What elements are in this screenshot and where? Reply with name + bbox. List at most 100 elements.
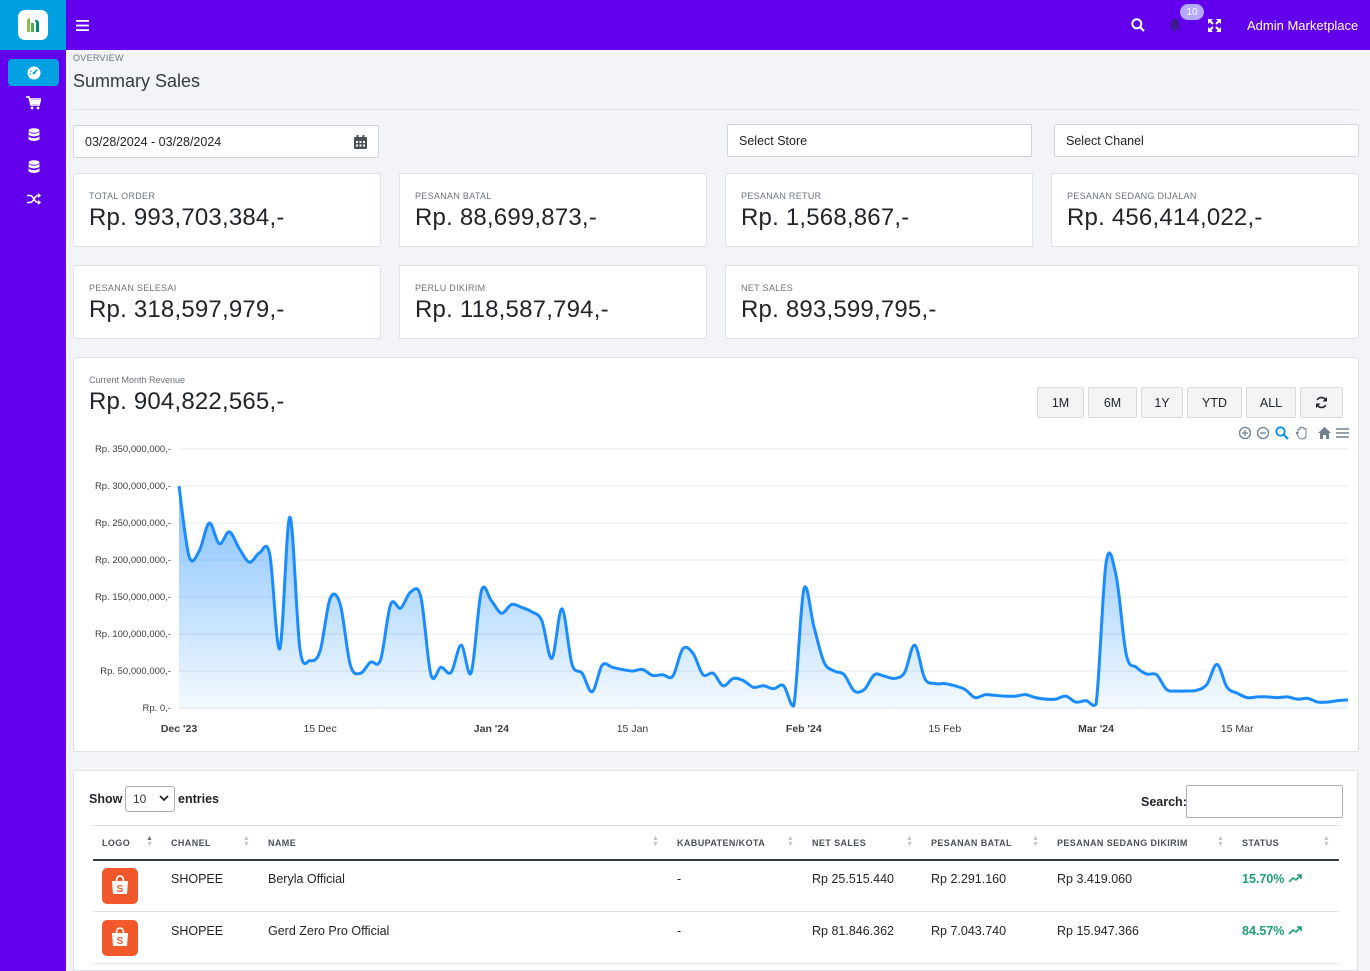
date-range-input[interactable]: 03/28/2024 - 03/28/2024 [73, 125, 379, 158]
stat-value: Rp. 88,699,873,- [415, 204, 597, 231]
hamburger-icon [76, 19, 89, 31]
sidebar-item-dashboard[interactable] [8, 59, 59, 86]
page-section-label: OVERVIEW [73, 53, 124, 63]
stat-value: Rp. 456,414,022,- [1067, 204, 1263, 231]
hamburger-menu-button[interactable] [76, 0, 89, 50]
stat-label: PERLU DIKIRIM [415, 283, 486, 293]
cell-channel: SHOPEE [171, 924, 224, 938]
cell-name: Beryla Official [268, 872, 345, 886]
cell-status: 84.57% [1242, 924, 1302, 938]
cell-channel: SHOPEE [171, 872, 224, 886]
sort-icon: ▲ ▼ [146, 835, 153, 848]
bell-icon [1169, 19, 1181, 32]
select-store-dropdown[interactable]: Select Store [727, 124, 1032, 157]
status-value: 84.57% [1242, 924, 1285, 938]
app-logo-icon [18, 10, 48, 40]
database-icon [28, 127, 39, 141]
cell-status: 15.70% [1242, 872, 1302, 886]
y-tick-label: Rp. 50,000,000,- [100, 666, 171, 677]
shopee-logo-icon: S [102, 920, 138, 956]
sort-icon: ▲ ▼ [787, 835, 794, 848]
table-search-input[interactable] [1186, 785, 1343, 818]
database-icon [28, 159, 39, 173]
trend-up-icon [1288, 926, 1302, 935]
notifications-button[interactable] [1169, 0, 1181, 50]
stat-value: Rp. 893,599,795,- [741, 296, 937, 323]
page-size-value: 10 [133, 792, 147, 806]
range-button-1y[interactable]: 1Y [1141, 387, 1183, 418]
dashboard-icon [27, 66, 40, 79]
sidebar-item-integration[interactable] [8, 185, 59, 212]
x-tick-label: Feb '24 [786, 723, 822, 735]
x-tick-label: Jan '24 [474, 723, 509, 735]
cell-net-sales: Rp 25.515.440 [812, 872, 895, 886]
sort-icon: ▲ ▼ [1032, 835, 1039, 848]
svg-text:S: S [117, 936, 124, 947]
range-button-1m[interactable]: 1M [1037, 387, 1084, 418]
chart-series-line [177, 485, 1349, 708]
sidebar-item-database[interactable] [8, 121, 59, 148]
select-channel-dropdown[interactable]: Select Chanel [1054, 124, 1359, 157]
status-value: 15.70% [1242, 872, 1285, 886]
x-tick-label: 15 Jan [617, 723, 649, 735]
range-button-ytd[interactable]: YTD [1187, 387, 1242, 418]
stat-card-perlu-dikirim: PERLU DIKIRIM Rp. 118,587,794,- [399, 265, 707, 339]
select-channel-value: Select Chanel [1066, 133, 1144, 148]
range-button-all[interactable]: ALL [1246, 387, 1296, 418]
revenue-value: Rp. 904,822,565,- [89, 388, 285, 415]
stat-card-net-sales: NET SALES Rp. 893,599,795,- [725, 265, 1359, 339]
fullscreen-button[interactable] [1208, 0, 1221, 50]
y-tick-label: Rp. 150,000,000,- [95, 592, 171, 603]
x-tick-label: Mar '24 [1078, 723, 1114, 735]
x-tick-label: 15 Feb [929, 723, 962, 735]
refresh-button[interactable] [1300, 387, 1343, 418]
column-header-logo[interactable]: LOGO [102, 838, 130, 848]
column-header-status[interactable]: STATUS [1242, 838, 1279, 848]
show-label: Show [89, 792, 123, 806]
column-header-pesanan-sedang-dikirim[interactable]: PESANAN SEDANG DIKIRIM [1057, 838, 1188, 848]
sidebar-item-database-2[interactable] [8, 153, 59, 180]
stat-label: PESANAN SELESAI [89, 283, 177, 293]
cell-city: - [677, 872, 682, 886]
cell-net-sales: Rp 81.846.362 [812, 924, 895, 938]
shuffle-icon [26, 192, 41, 205]
stat-label: PESANAN RETUR [741, 191, 822, 201]
y-tick-label: Rp. 300,000,000,- [95, 481, 171, 492]
range-button-6m[interactable]: 6M [1088, 387, 1137, 418]
stat-value: Rp. 1,568,867,- [741, 204, 910, 231]
column-header-chanel[interactable]: CHANEL [171, 838, 211, 848]
stat-label: PESANAN SEDANG DIJALAN [1067, 191, 1197, 201]
cart-icon [26, 95, 41, 109]
expand-icon [1208, 18, 1221, 32]
user-menu[interactable]: Admin Marketplace [1247, 0, 1358, 50]
notification-count-badge: 10 [1180, 4, 1204, 20]
cell-name: Gerd Zero Pro Official [268, 924, 390, 938]
search-button[interactable] [1131, 0, 1145, 50]
column-header-kabupaten-kota[interactable]: KABUPATEN/KOTA [677, 838, 765, 848]
y-tick-label: Rp. 100,000,000,- [95, 629, 171, 640]
stat-card-pesanan-retur: PESANAN RETUR Rp. 1,568,867,- [725, 173, 1033, 247]
sidebar-logo[interactable] [0, 0, 66, 50]
x-tick-label: Dec '23 [161, 723, 198, 735]
sort-icon: ▲ ▼ [1323, 835, 1330, 848]
page-size-select[interactable]: 10 [125, 786, 175, 812]
sort-icon: ▲ ▼ [652, 835, 659, 848]
column-header-name[interactable]: NAME [268, 838, 296, 848]
sort-icon: ▲ ▼ [906, 835, 913, 848]
column-header-pesanan-batal[interactable]: PESANAN BATAL [931, 838, 1012, 848]
cell-city: - [677, 924, 682, 938]
cell-pesanan-batal: Rp 2.291.160 [931, 872, 1007, 886]
stat-card-pesanan-selesai: PESANAN SELESAI Rp. 318,597,979,- [73, 265, 381, 339]
trend-up-icon [1288, 874, 1302, 883]
entries-label: entries [178, 792, 219, 806]
column-header-net-sales[interactable]: NET SALES [812, 838, 866, 848]
stat-card-pesanan-dijalan: PESANAN SEDANG DIJALAN Rp. 456,414,022,- [1051, 173, 1359, 247]
y-tick-label: Rp. 350,000,000,- [95, 444, 171, 455]
calendar-icon [354, 135, 367, 149]
revenue-label: Current Month Revenue [89, 375, 186, 385]
y-tick-label: Rp. 0,- [142, 703, 171, 714]
sidebar-item-orders[interactable] [8, 89, 59, 116]
svg-text:S: S [117, 884, 124, 895]
table-header-bottom-border [93, 859, 1339, 861]
cell-pesanan-dikirim: Rp 3.419.060 [1057, 872, 1133, 886]
